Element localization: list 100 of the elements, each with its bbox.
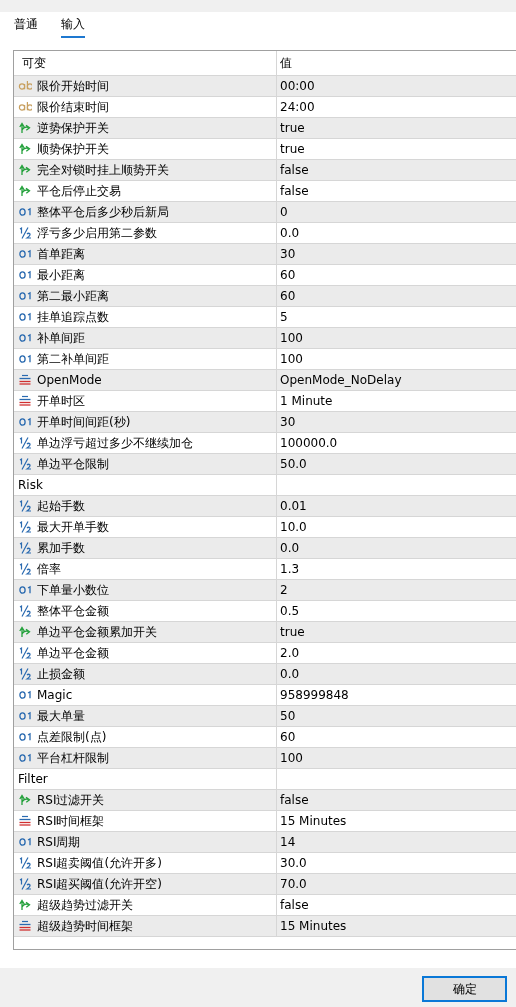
parameter-name: OpenMode <box>37 373 102 387</box>
fraction-type-icon <box>18 436 32 450</box>
parameter-name: 顺势保护开关 <box>37 140 109 158</box>
parameter-value[interactable]: 100 <box>280 751 303 765</box>
switch-arrow-icon <box>18 163 32 177</box>
fraction-type-icon <box>18 877 32 891</box>
switch-arrow-icon <box>18 793 32 807</box>
parameter-name: 开单时间间距(秒) <box>37 413 131 431</box>
parameter-name: 开单时区 <box>37 392 85 410</box>
list-icon <box>18 814 32 828</box>
column-header[interactable]: 值 <box>277 51 516 75</box>
parameter-value[interactable]: 50.0 <box>280 457 307 471</box>
fraction-type-icon <box>18 541 32 555</box>
parameter-name: 点差限制(点) <box>37 728 107 746</box>
parameter-value[interactable]: true <box>280 625 305 639</box>
parameter-value[interactable]: 100000.0 <box>280 436 338 450</box>
parameter-name: 超级趋势过滤开关 <box>37 896 133 914</box>
parameter-name: 整体平仓金额 <box>37 602 109 620</box>
parameter-name: Magic <box>37 688 73 702</box>
parameter-value[interactable]: 0.0 <box>280 541 300 555</box>
integer-type-icon <box>18 331 32 345</box>
parameter-value[interactable]: 100 <box>280 352 303 366</box>
parameter-value[interactable]: 60 <box>280 730 296 744</box>
tab[interactable]: 输入 <box>61 16 85 38</box>
parameter-value[interactable]: false <box>280 793 309 807</box>
parameter-value[interactable]: 15 Minutes <box>280 814 347 828</box>
fraction-type-icon <box>18 226 32 240</box>
group-label: Risk <box>18 478 43 492</box>
integer-type-icon <box>18 415 32 429</box>
parameter-value[interactable]: 0.0 <box>280 667 300 681</box>
parameter-value[interactable]: 5 <box>280 310 288 324</box>
switch-arrow-icon <box>18 898 32 912</box>
parameter-value[interactable]: 30 <box>280 247 296 261</box>
parameter-value[interactable]: true <box>280 121 305 135</box>
parameter-value[interactable]: true <box>280 142 305 156</box>
parameter-value[interactable]: 24:00 <box>280 100 315 114</box>
parameter-name: 起始手数 <box>37 497 85 515</box>
parameter-name: 下单量小数位 <box>37 581 109 599</box>
parameter-name: 单边平仓金额累加开关 <box>37 623 157 641</box>
integer-type-icon <box>18 835 32 849</box>
parameter-value[interactable]: 10.0 <box>280 520 307 534</box>
parameter-name: 累加手数 <box>37 539 85 557</box>
parameter-value[interactable]: 30.0 <box>280 856 307 870</box>
parameter-name: 止损金额 <box>37 665 85 683</box>
switch-arrow-icon <box>18 625 32 639</box>
parameter-value[interactable]: false <box>280 898 309 912</box>
parameter-value[interactable]: 1 Minute <box>280 394 333 408</box>
parameter-value[interactable]: 00:00 <box>280 79 315 93</box>
integer-type-icon <box>18 730 32 744</box>
parameter-value[interactable]: 50 <box>280 709 296 723</box>
fraction-type-icon <box>18 604 32 618</box>
parameter-name: 限价开始时间 <box>37 77 109 95</box>
fraction-type-icon <box>18 646 32 660</box>
parameter-value[interactable]: 0.0 <box>280 226 300 240</box>
parameter-value[interactable]: 0.01 <box>280 499 307 513</box>
parameter-value[interactable]: 70.0 <box>280 877 307 891</box>
group-label: Filter <box>18 772 48 786</box>
integer-type-icon <box>18 751 32 765</box>
parameter-value[interactable]: 60 <box>280 289 296 303</box>
integer-type-icon <box>18 268 32 282</box>
integer-type-icon <box>18 289 32 303</box>
parameter-value[interactable]: false <box>280 184 309 198</box>
fraction-type-icon <box>18 562 32 576</box>
parameter-name: RSI周期 <box>37 833 81 851</box>
integer-type-icon <box>18 583 32 597</box>
parameter-name: 单边浮亏超过多少不继续加仓 <box>37 434 193 452</box>
parameter-name: 第二最小距离 <box>37 287 109 305</box>
tab[interactable]: 普通 <box>14 16 38 38</box>
column-header[interactable]: 可变 <box>14 51 277 75</box>
parameter-name: 整体平仓后多少秒后新局 <box>37 203 169 221</box>
parameter-value[interactable]: 0 <box>280 205 288 219</box>
text-type-icon <box>18 79 32 93</box>
parameter-value[interactable]: 14 <box>280 835 296 849</box>
parameter-name: RSI时间框架 <box>37 812 105 830</box>
parameter-value[interactable]: 958999848 <box>280 688 349 702</box>
fraction-type-icon <box>18 667 32 681</box>
ok-button[interactable]: 确定 <box>422 976 507 1002</box>
list-icon <box>18 373 32 387</box>
parameter-value[interactable]: 100 <box>280 331 303 345</box>
fraction-type-icon <box>18 457 32 471</box>
parameter-value[interactable]: 1.3 <box>280 562 300 576</box>
parameter-name: 倍率 <box>37 560 61 578</box>
parameter-value[interactable]: 2.0 <box>280 646 300 660</box>
parameter-name: 完全对锁时挂上顺势开关 <box>37 161 169 179</box>
parameter-value[interactable]: 60 <box>280 268 296 282</box>
parameter-value[interactable]: 15 Minutes <box>280 919 347 933</box>
parameter-name: 最小距离 <box>37 266 85 284</box>
parameter-name: 补单间距 <box>37 329 85 347</box>
parameter-value[interactable]: 0.5 <box>280 604 300 618</box>
fraction-type-icon <box>18 499 32 513</box>
fraction-type-icon <box>18 520 32 534</box>
parameter-value[interactable]: false <box>280 163 309 177</box>
switch-arrow-icon <box>18 121 32 135</box>
parameter-name: RSI过滤开关 <box>37 791 105 809</box>
parameter-value[interactable]: 30 <box>280 415 296 429</box>
parameter-value[interactable]: 2 <box>280 583 288 597</box>
fraction-type-icon <box>18 856 32 870</box>
list-icon <box>18 919 32 933</box>
parameter-value[interactable]: OpenMode_NoDelay <box>280 373 402 387</box>
parameter-name: 平仓后停止交易 <box>37 182 121 200</box>
